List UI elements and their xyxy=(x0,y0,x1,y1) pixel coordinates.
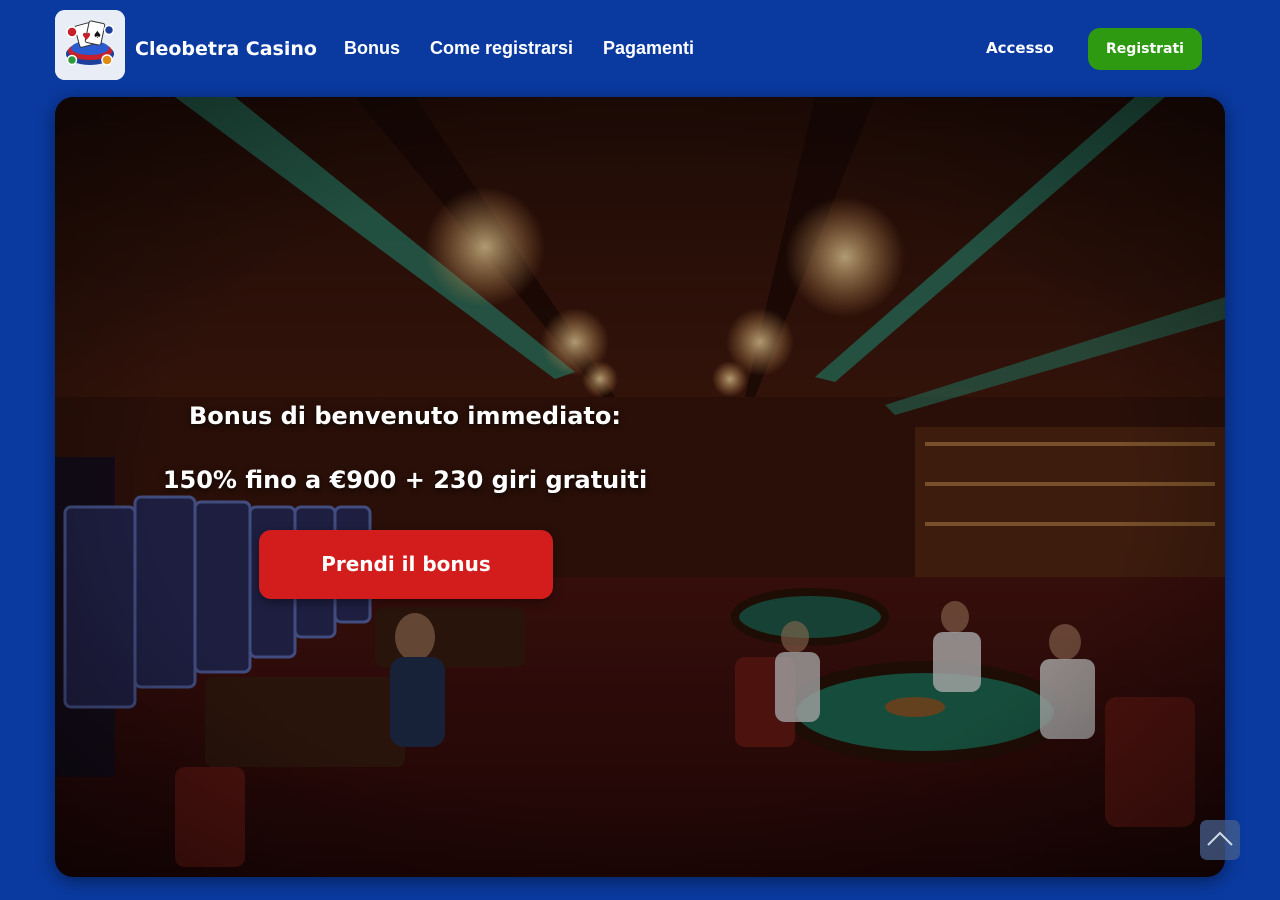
brand-name[interactable]: Cleobetra Casino xyxy=(135,36,317,62)
hero-title: Bonus di benvenuto immediato: xyxy=(189,402,621,430)
casino-logo-icon[interactable]: ♥ ♠ xyxy=(55,10,125,80)
nav-link-come-registrarsi[interactable]: Come registrarsi xyxy=(430,37,573,59)
site-header: ♥ ♠ Cleobetra Casino Bonus Come registra… xyxy=(0,0,1280,96)
svg-text:♥: ♥ xyxy=(82,32,91,43)
scroll-to-top-button[interactable] xyxy=(1200,820,1240,860)
nav-link-pagamenti[interactable]: Pagamenti xyxy=(603,37,694,59)
login-link[interactable]: Accesso xyxy=(986,38,1054,58)
register-button[interactable]: Registrati xyxy=(1088,28,1202,70)
chevron-up-icon xyxy=(1207,831,1233,846)
get-bonus-button[interactable]: Prendi il bonus xyxy=(259,530,553,599)
nav-link-bonus[interactable]: Bonus xyxy=(344,37,400,59)
hero-offer: 150% fino a €900 + 230 giri gratuiti xyxy=(162,466,648,494)
svg-text:♠: ♠ xyxy=(93,30,102,41)
hero-banner: Bonus di benvenuto immediato: 150% fino … xyxy=(55,97,1225,877)
